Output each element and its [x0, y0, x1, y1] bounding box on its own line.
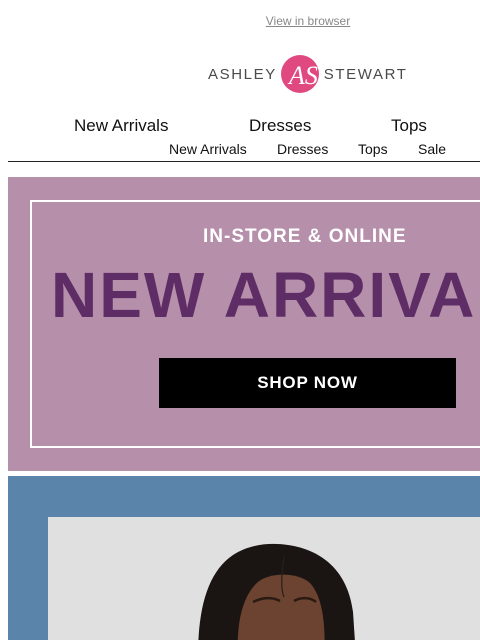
hero-subtitle: IN-STORE & ONLINE [203, 226, 407, 247]
view-in-browser-link[interactable]: View in browser [0, 14, 480, 28]
model-portrait-image [48, 517, 480, 640]
new-arrivals-hero-banner[interactable]: IN-STORE & ONLINE NEW ARRIVA SHOP NOW [8, 177, 480, 471]
primary-nav: New Arrivals Dresses Tops [0, 116, 480, 136]
model-photo-banner[interactable] [8, 476, 480, 640]
svg-text:AS: AS [287, 61, 318, 90]
nav-dresses[interactable]: Dresses [249, 116, 311, 136]
subnav-dresses[interactable]: Dresses [277, 141, 328, 157]
ashley-stewart-logo[interactable]: ASHLEY AS STEWART [208, 52, 412, 96]
shop-now-button[interactable]: SHOP NOW [159, 358, 456, 408]
nav-tops[interactable]: Tops [391, 116, 427, 136]
subnav-new-arrivals[interactable]: New Arrivals [169, 141, 247, 157]
model-photo [48, 517, 480, 640]
logo-mark-icon: AS [280, 55, 319, 93]
subnav-sale[interactable]: Sale [418, 141, 446, 157]
nav-new-arrivals[interactable]: New Arrivals [74, 116, 168, 136]
nav-divider [8, 161, 480, 162]
subnav-tops[interactable]: Tops [358, 141, 388, 157]
secondary-nav: New Arrivals Dresses Tops Sale [0, 141, 480, 157]
logo-text-right: STEWART [323, 65, 408, 83]
logo-text-left: ASHLEY [208, 65, 277, 83]
hero-title: NEW ARRIVA [51, 259, 477, 331]
